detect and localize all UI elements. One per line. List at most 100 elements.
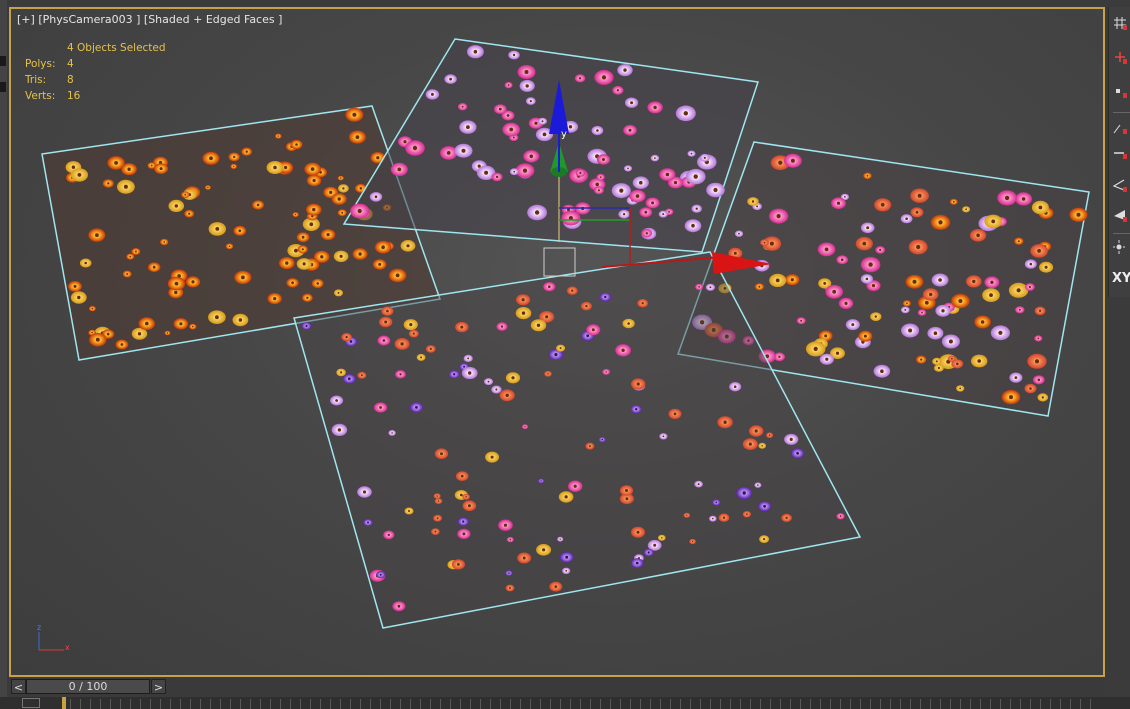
flower-center (915, 210, 919, 214)
flower-center (693, 174, 698, 179)
flower-center (529, 100, 532, 103)
flower-center (163, 241, 166, 243)
flower-center (359, 187, 363, 190)
flower-center (466, 125, 470, 129)
flower-center (991, 219, 996, 224)
flower-center (1041, 396, 1045, 399)
flower-center (400, 342, 404, 346)
flower-center (1044, 265, 1048, 269)
flower-center (938, 220, 943, 225)
flower-center (952, 200, 955, 203)
flower-center (929, 292, 933, 297)
flower-center (1029, 262, 1033, 266)
angle-icon[interactable] (1112, 177, 1130, 197)
flower-center (871, 284, 876, 288)
flower-center (564, 495, 568, 499)
flower-center (381, 245, 385, 249)
flower-center (905, 217, 908, 220)
flower-center (938, 278, 942, 282)
point-icon[interactable] (1112, 83, 1130, 103)
flower-center (723, 420, 727, 424)
axis-x-label: x (65, 643, 70, 652)
flower-center (645, 232, 648, 235)
flower-center (965, 208, 967, 211)
flower-center (503, 523, 508, 527)
stat-label: Tris: (25, 74, 47, 86)
flower-center (522, 168, 528, 173)
flower-center (459, 493, 463, 497)
scene-canvas[interactable]: y z x (11, 9, 1103, 675)
flower-center (256, 203, 260, 207)
flower-center (579, 171, 582, 174)
flower-center (384, 320, 388, 324)
flower-center (825, 357, 829, 361)
flower-center (460, 474, 464, 478)
flower-center (866, 174, 869, 177)
flower-center (341, 211, 344, 214)
flower-center (137, 332, 142, 336)
flower-center (525, 84, 529, 88)
flower-center (604, 295, 607, 299)
flower-center (601, 438, 603, 441)
flower-center (763, 538, 766, 541)
flower-center (337, 291, 340, 294)
viewport-menu-plus[interactable]: [+] (17, 13, 35, 26)
flower-center (509, 127, 514, 132)
flower-center (166, 332, 169, 334)
flower-center (337, 428, 342, 432)
flower-center (340, 177, 342, 179)
flower-center (412, 145, 418, 151)
flower-center (602, 158, 605, 161)
flower-center (1029, 387, 1032, 390)
flower-center (406, 244, 410, 248)
selection-count: 4 Objects Selected (67, 42, 166, 54)
flower-center (228, 245, 231, 248)
prev-frame-button[interactable]: < (11, 679, 26, 694)
flower-center (1016, 288, 1021, 293)
grid-icon[interactable] (1112, 15, 1130, 35)
viewport-shading-menu[interactable]: [Shaded + Edged Faces ] (144, 13, 282, 26)
flower-center (948, 339, 953, 344)
flower-center (529, 154, 534, 159)
flower-center (540, 480, 542, 482)
flower-center (460, 325, 464, 329)
plane-daisies[interactable] (342, 38, 759, 253)
snap-icon[interactable] (1112, 119, 1130, 139)
flower-center (120, 343, 124, 346)
flower-center (691, 223, 695, 228)
flower-center (509, 538, 512, 541)
flower-center (695, 207, 698, 210)
track-bar[interactable] (0, 697, 1130, 709)
stat-label: Verts: (25, 90, 56, 102)
flower-center (277, 135, 279, 137)
select-move-icon[interactable] (1112, 49, 1130, 69)
next-frame-button[interactable]: > (151, 679, 166, 694)
flower-center (241, 275, 245, 280)
flower-center (1021, 197, 1026, 201)
flower-center (1004, 195, 1010, 201)
flower-center (836, 201, 841, 205)
flower-center (733, 251, 737, 255)
flower-center (548, 285, 551, 289)
viewport-camera-menu[interactable]: [PhysCamera003 ] (38, 13, 140, 26)
snap-edge-icon[interactable] (1112, 144, 1130, 164)
flower-center (571, 289, 574, 292)
flower-center (599, 176, 602, 179)
triangle-icon[interactable] (1112, 207, 1130, 227)
flower-center (641, 302, 644, 305)
flower-center (295, 143, 298, 146)
flower-center (434, 530, 437, 533)
flower-center (738, 232, 740, 235)
flower-center (294, 213, 297, 216)
flower-center (790, 278, 794, 282)
time-slider-thumb[interactable]: 0 / 100 (26, 679, 150, 694)
flower-center (591, 328, 595, 332)
track-bar-icon[interactable] (22, 698, 40, 708)
perspective-viewport[interactable]: y z x [+] [PhysCamera003 ] [Shaded + Edg… (9, 7, 1105, 677)
flower-center (761, 445, 763, 447)
flower-center (352, 112, 357, 117)
light-icon[interactable] (1112, 239, 1130, 259)
flower-center (972, 279, 976, 284)
flower-center (355, 135, 360, 140)
xy-plane-button[interactable]: XY (1112, 269, 1130, 289)
